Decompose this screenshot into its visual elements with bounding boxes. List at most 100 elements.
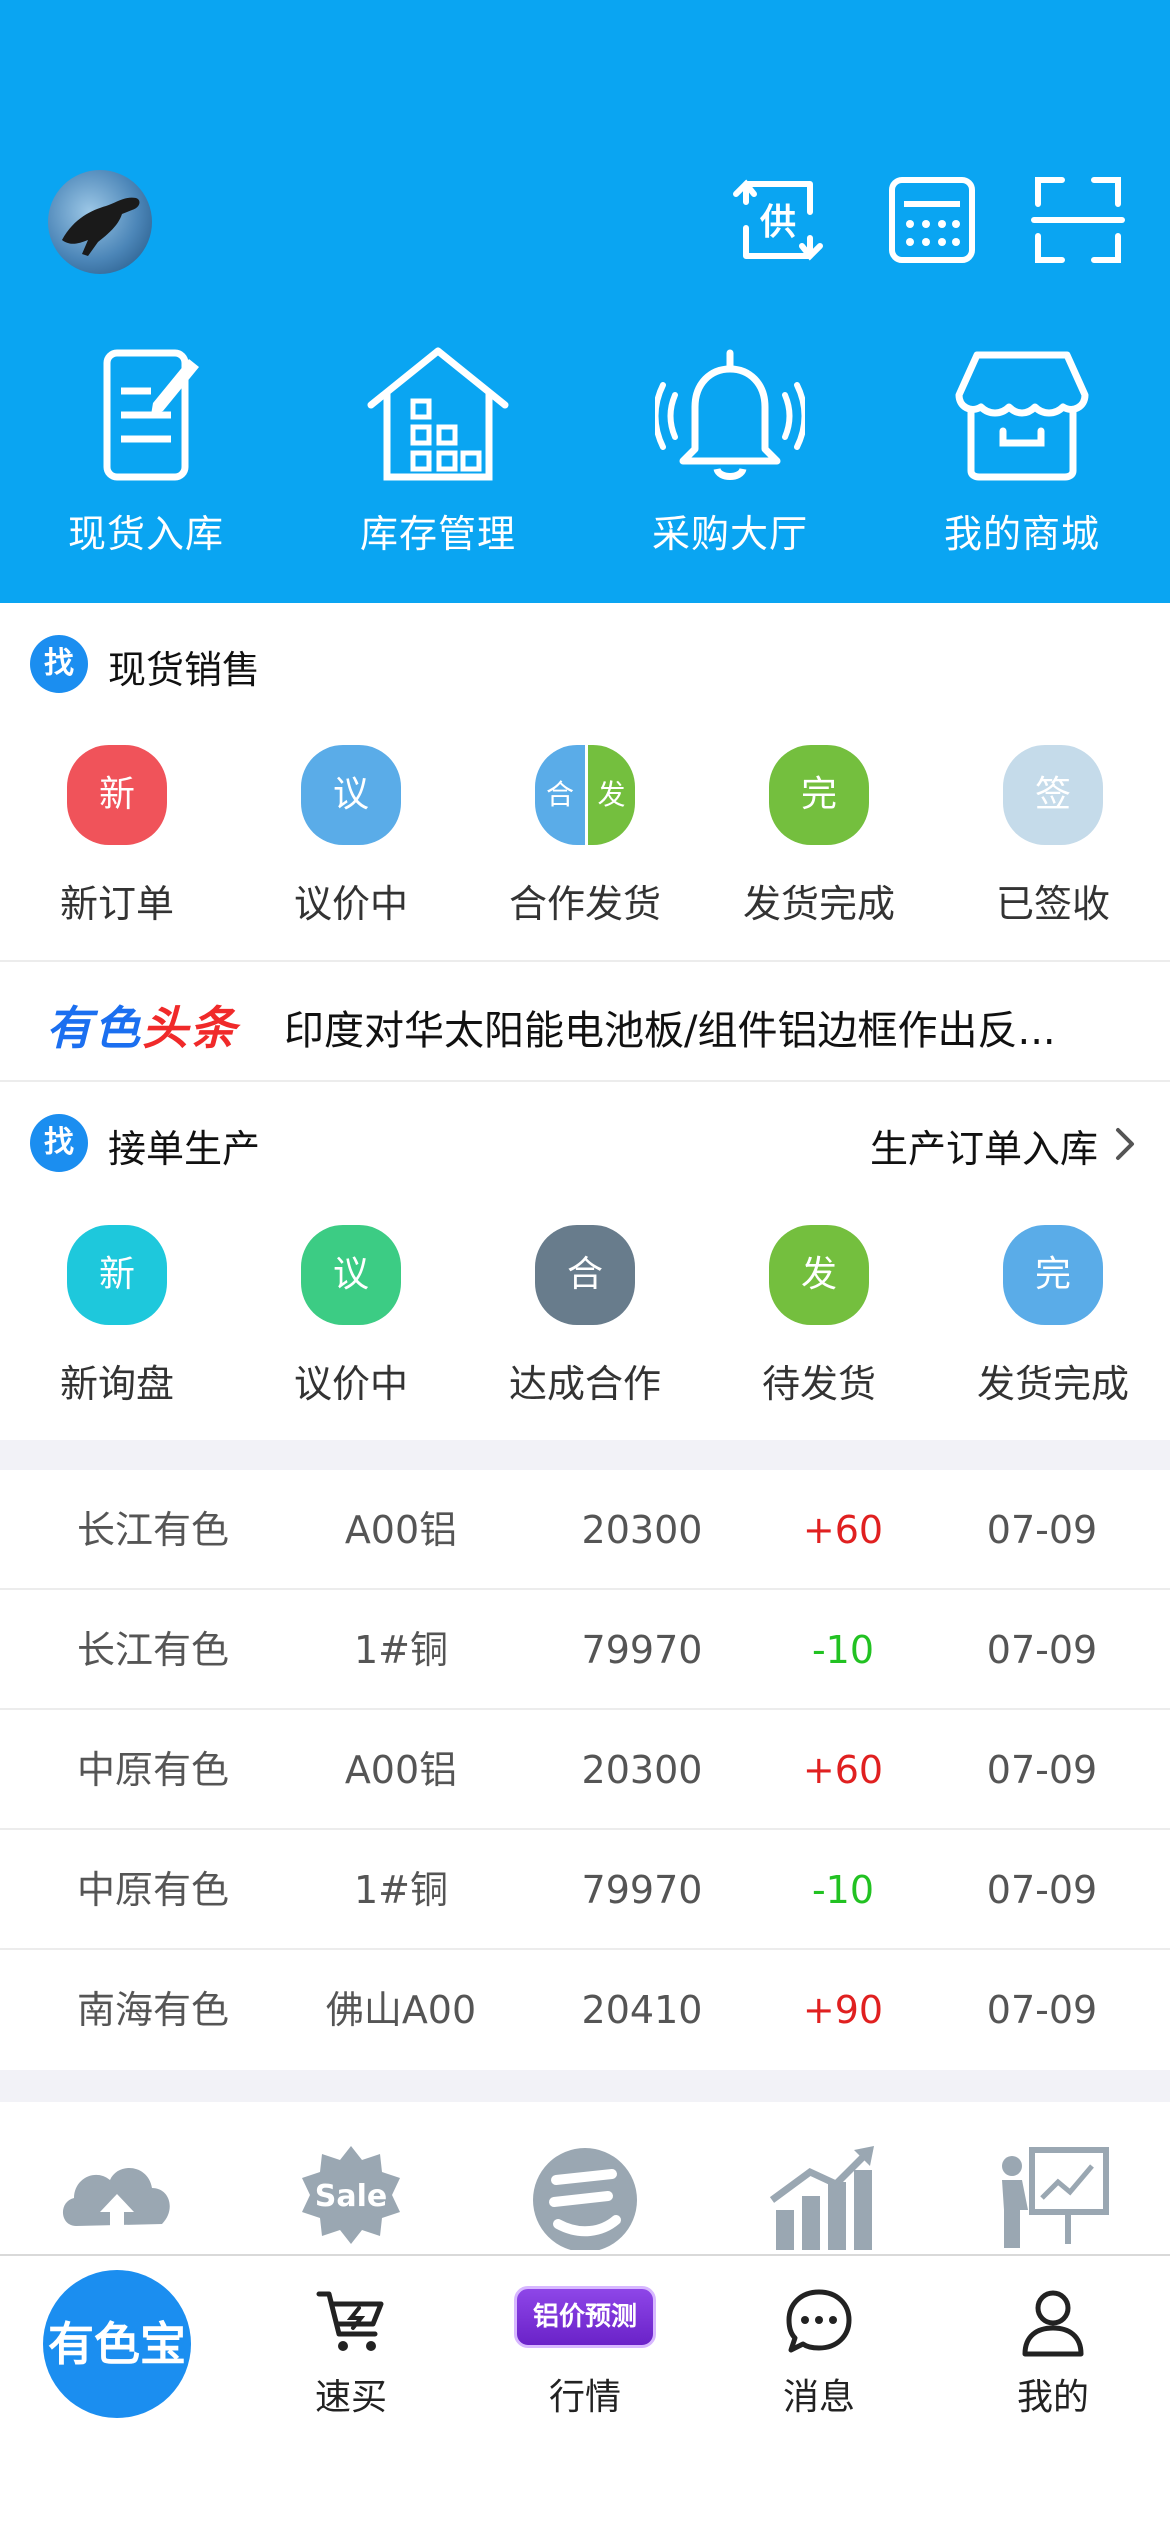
tile-purchase-hall[interactable]: 采购大厅 — [584, 345, 876, 575]
complete-icon: 完 — [1003, 1225, 1103, 1325]
price-cell: 20300 — [581, 1508, 703, 1552]
table-row[interactable]: 长江有色 1#铜 79970 -10 07-09 — [0, 1590, 1170, 1710]
tab-messages[interactable]: 消息 — [702, 2286, 936, 2426]
market-cell: 中原有色 — [76, 1748, 229, 1792]
tile-label: 我的商城 — [943, 512, 1100, 556]
date-cell: 07-09 — [986, 1748, 1098, 1792]
status-label: 议价中 — [293, 882, 408, 926]
status-label: 发货完成 — [976, 1362, 1129, 1406]
tile-label: 库存管理 — [359, 512, 516, 556]
status-coop-ship[interactable]: 合 发 合作发货 — [468, 745, 702, 945]
dinosaur-icon — [62, 197, 140, 256]
status-shipped[interactable]: 完 发货完成 — [702, 745, 936, 945]
change-cell: +60 — [802, 1508, 884, 1552]
status-label: 已签收 — [995, 882, 1110, 926]
header: 供 现货入库 库存管理 采购大厅 我的商城 — [0, 0, 1170, 603]
message-icon — [786, 2289, 852, 2353]
price-cell: 79970 — [581, 1868, 703, 1912]
calculator-icon[interactable] — [884, 172, 980, 268]
status-label: 议价中 — [293, 1362, 408, 1406]
table-row[interactable]: 长江有色 A00铝 20300 +60 07-09 — [0, 1470, 1170, 1590]
market-cell: 长江有色 — [76, 1508, 229, 1552]
table-row[interactable]: 南海有色 佛山A00 20410 +90 07-09 — [0, 1950, 1170, 2070]
bottom-tab-bar: 有色宝 速买 铝价预测 行情 消息 我的 — [0, 2254, 1170, 2532]
status-to-ship[interactable]: 发 待发货 — [702, 1225, 936, 1425]
status-label: 待发货 — [761, 1362, 876, 1406]
scan-icon[interactable] — [1030, 172, 1126, 268]
status-deal[interactable]: 合 达成合作 — [468, 1225, 702, 1425]
negotiate-icon: 议 — [301, 745, 401, 845]
production-stockin-link[interactable]: 生产订单入库 — [870, 1118, 1098, 1173]
status-negotiating[interactable]: 议 议价中 — [234, 1225, 468, 1425]
edit-document-icon — [103, 349, 199, 481]
sale-badge-icon[interactable]: Sale — [286, 2140, 416, 2250]
avatar[interactable] — [48, 170, 152, 274]
tile-spot-stockin[interactable]: 现货入库 — [0, 345, 292, 575]
coop-half: 合 — [535, 745, 585, 845]
product-cell: 1#铜 — [353, 1868, 449, 1912]
tile-inventory[interactable]: 库存管理 — [292, 345, 584, 575]
status-shipped[interactable]: 完 发货完成 — [936, 1225, 1170, 1425]
news-headline[interactable]: 有色头条 印度对华太阳能电池板/组件铝边框作出反... — [0, 960, 1170, 1082]
supply-swap-icon[interactable]: 供 — [730, 172, 826, 268]
table-row[interactable]: 中原有色 A00铝 20300 +60 07-09 — [0, 1710, 1170, 1830]
section-divider — [0, 1440, 1170, 1470]
bar-chart-icon[interactable] — [754, 2140, 884, 2250]
market-cell: 南海有色 — [76, 1988, 229, 2032]
warehouse-icon — [367, 347, 509, 481]
headline-logo: 有色头条 — [46, 992, 238, 1058]
price-cell: 20410 — [581, 1988, 703, 2032]
tab-label: 速买 — [314, 2377, 387, 2418]
status-new-order[interactable]: 新 新订单 — [0, 745, 234, 945]
headline-text[interactable]: 印度对华太阳能电池板/组件铝边框作出反... — [284, 998, 1124, 1056]
status-new-inquiry[interactable]: 新 新询盘 — [0, 1225, 234, 1425]
tab-market[interactable]: 铝价预测 行情 — [468, 2286, 702, 2426]
market-cell: 长江有色 — [76, 1628, 229, 1672]
logo-part2: 头条 — [142, 1001, 238, 1055]
change-cell: -10 — [811, 1868, 875, 1912]
chevron-right-icon[interactable] — [1110, 1126, 1140, 1162]
spot-sales-status-row: 新 新订单 议 议价中 合 发 合作发货 完 发货完成 签 已签收 — [0, 745, 1170, 945]
change-cell: -10 — [811, 1628, 875, 1672]
production-header: 找 接单生产 生产订单入库 — [0, 1082, 1170, 1202]
date-cell: 07-09 — [986, 1988, 1098, 2032]
coop-ship-icon: 合 发 — [535, 745, 635, 845]
ship-half: 发 — [585, 745, 635, 845]
tile-my-store[interactable]: 我的商城 — [876, 345, 1168, 575]
status-negotiating[interactable]: 议 议价中 — [234, 745, 468, 945]
date-cell: 07-09 — [986, 1628, 1098, 1672]
signed-icon: 签 — [1003, 745, 1103, 845]
section-divider — [0, 2070, 1170, 2102]
tile-label: 现货入库 — [67, 512, 224, 556]
section-title: 现货销售 — [108, 648, 261, 692]
price-forecast-badge: 铝价预测 — [514, 2286, 656, 2348]
cloud-upload-icon[interactable] — [52, 2140, 182, 2250]
tab-profile[interactable]: 我的 — [936, 2286, 1170, 2426]
tab-label: 消息 — [782, 2377, 855, 2418]
tab-home[interactable]: 有色宝 — [43, 2270, 191, 2418]
date-cell: 07-09 — [986, 1868, 1098, 1912]
tab-quick-buy[interactable]: 速买 — [234, 2286, 468, 2426]
negotiate-icon: 议 — [301, 1225, 401, 1325]
status-signed[interactable]: 签 已签收 — [936, 745, 1170, 945]
section-title: 接单生产 — [108, 1127, 261, 1171]
new-icon: 新 — [67, 1225, 167, 1325]
tab-label: 我的 — [1016, 2377, 1089, 2418]
product-cell: A00铝 — [344, 1748, 458, 1792]
status-label: 合作发货 — [508, 882, 661, 926]
table-row[interactable]: 中原有色 1#铜 79970 -10 07-09 — [0, 1830, 1170, 1950]
status-label: 发货完成 — [742, 882, 895, 926]
sale-text: Sale — [315, 2179, 387, 2214]
production-status-row: 新 新询盘 议 议价中 合 达成合作 发 待发货 完 发货完成 — [0, 1225, 1170, 1425]
status-label: 新订单 — [59, 882, 174, 926]
new-icon: 新 — [67, 745, 167, 845]
deal-icon: 合 — [535, 1225, 635, 1325]
ship-icon: 发 — [769, 1225, 869, 1325]
product-cell: 佛山A00 — [325, 1988, 477, 2032]
status-label: 达成合作 — [508, 1362, 661, 1406]
presentation-icon[interactable] — [988, 2140, 1118, 2250]
bell-icon — [655, 349, 805, 480]
store-icon — [955, 351, 1089, 481]
change-cell: +60 — [802, 1748, 884, 1792]
logo-e-icon[interactable] — [520, 2140, 650, 2250]
